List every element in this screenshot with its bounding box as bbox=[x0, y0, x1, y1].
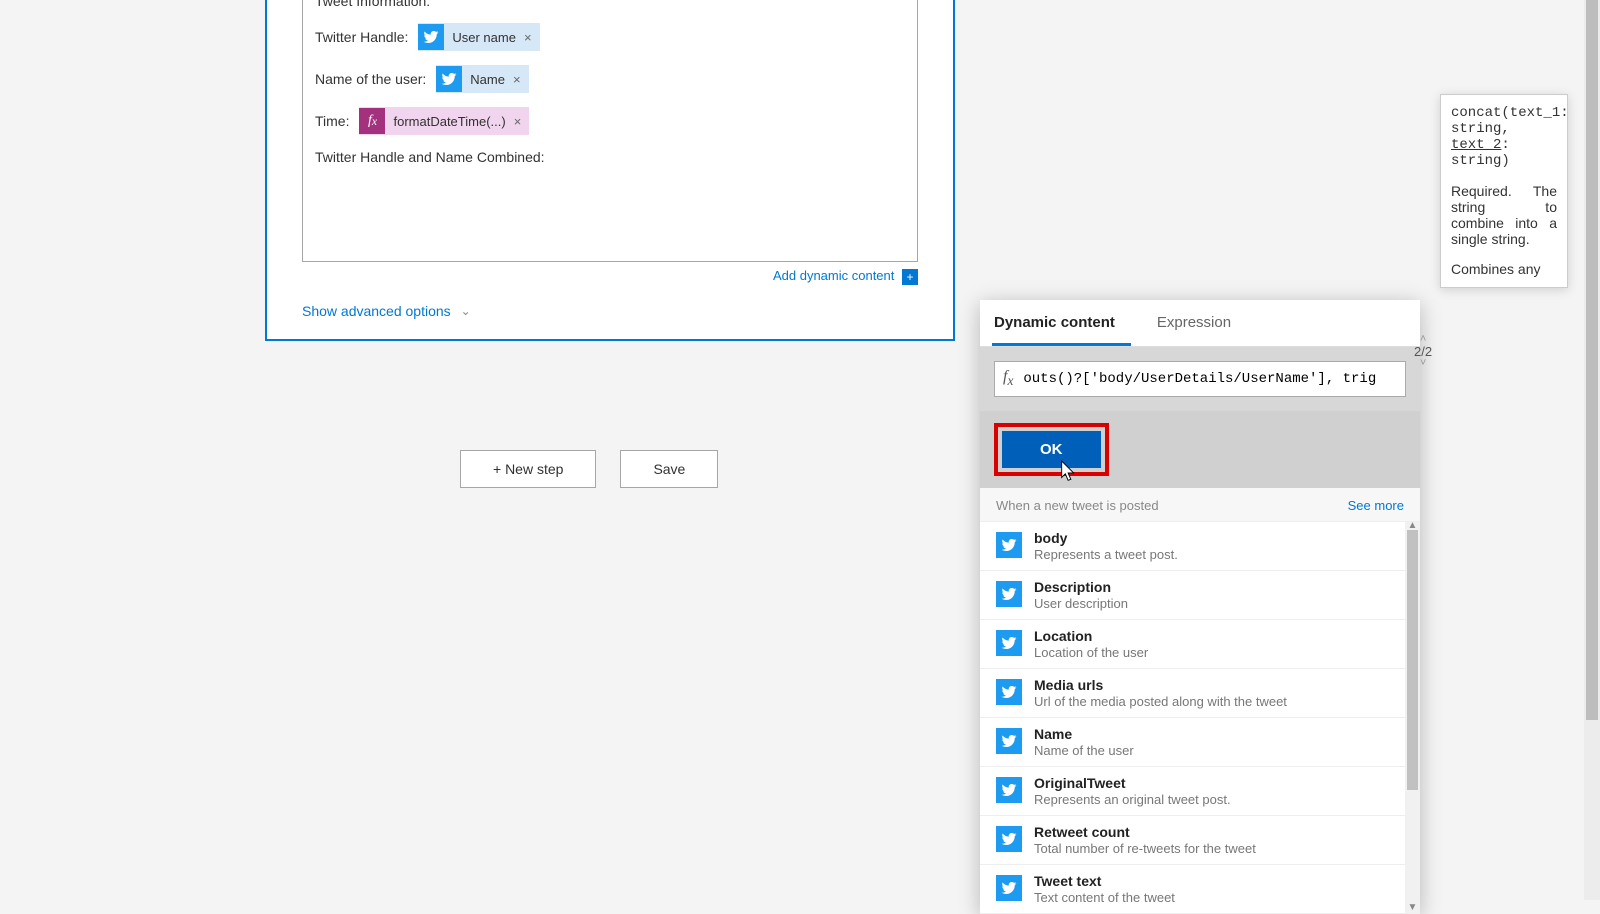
add-dynamic-content-label: Add dynamic content bbox=[773, 268, 894, 283]
dynamic-item-desc: Represents an original tweet post. bbox=[1034, 792, 1231, 807]
show-advanced-label: Show advanced options bbox=[302, 303, 451, 319]
dynamic-item[interactable]: Media urlsUrl of the media posted along … bbox=[980, 669, 1420, 718]
tab-expression[interactable]: Expression bbox=[1155, 300, 1247, 346]
chevron-down-icon[interactable]: ˅ bbox=[1414, 358, 1432, 369]
action-card: Tweet Information: Twitter Handle: User … bbox=[265, 0, 955, 341]
see-more-link[interactable]: See more bbox=[1348, 498, 1404, 513]
dynamic-item[interactable]: Retweet countTotal number of re-tweets f… bbox=[980, 816, 1420, 865]
twitter-icon bbox=[996, 581, 1022, 607]
expression-input[interactable] bbox=[1023, 371, 1397, 387]
dynamic-item[interactable]: OriginalTweetRepresents an original twee… bbox=[980, 767, 1420, 816]
add-dynamic-content-link[interactable]: Add dynamic content bbox=[773, 268, 898, 283]
dynamic-item-desc: Url of the media posted along with the t… bbox=[1034, 694, 1287, 709]
highlight-frame: OK bbox=[994, 423, 1109, 476]
page-scrollbar-thumb[interactable] bbox=[1586, 0, 1598, 720]
twitter-icon bbox=[996, 679, 1022, 705]
panel-scrollbar[interactable]: ▲ ▼ bbox=[1405, 522, 1420, 914]
dynamic-item-title: body bbox=[1034, 530, 1178, 546]
dynamic-item-desc: Total number of re-tweets for the tweet bbox=[1034, 841, 1256, 856]
dynamic-item-desc: User description bbox=[1034, 596, 1128, 611]
dynamic-item-desc: Location of the user bbox=[1034, 645, 1148, 660]
show-advanced-options[interactable]: Show advanced options ⌄ bbox=[302, 303, 471, 319]
dynamic-item-desc: Represents a tweet post. bbox=[1034, 547, 1178, 562]
tooltip-desc2: Combines any bbox=[1451, 261, 1557, 277]
time-label: Time: bbox=[315, 113, 349, 129]
chevron-down-icon: ⌄ bbox=[461, 304, 471, 318]
expression-input-wrap[interactable]: fx bbox=[994, 361, 1406, 397]
ok-row: OK bbox=[980, 411, 1420, 488]
twitter-icon bbox=[436, 66, 462, 92]
token-formatdatetime[interactable]: fx formatDateTime(...) × bbox=[359, 107, 529, 135]
dynamic-item[interactable]: bodyRepresents a tweet post. bbox=[980, 522, 1420, 571]
dynamic-item-desc: Text content of the tweet bbox=[1034, 890, 1175, 905]
section-title: When a new tweet is posted bbox=[996, 498, 1159, 513]
token-user-name[interactable]: User name × bbox=[418, 23, 539, 51]
dynamic-item[interactable]: DescriptionUser description bbox=[980, 571, 1420, 620]
panel-tabs: Dynamic content Expression bbox=[980, 300, 1420, 347]
section-header: When a new tweet is posted See more bbox=[980, 488, 1420, 522]
name-of-user-label: Name of the user: bbox=[315, 71, 426, 87]
function-tooltip: concat(text_1: string, text_2: string) R… bbox=[1440, 94, 1568, 288]
tweet-info-label: Tweet Information: bbox=[315, 0, 430, 9]
dynamic-items-list: bodyRepresents a tweet post.DescriptionU… bbox=[980, 522, 1420, 914]
dynamic-item[interactable]: NameName of the user bbox=[980, 718, 1420, 767]
dynamic-item-title: Media urls bbox=[1034, 677, 1287, 693]
token-remove-icon[interactable]: × bbox=[513, 72, 521, 87]
dynamic-item-title: OriginalTweet bbox=[1034, 775, 1231, 791]
tooltip-text: concat(text_1: bbox=[1451, 105, 1569, 121]
footer-buttons: + New step Save bbox=[460, 450, 718, 488]
dynamic-item-desc: Name of the user bbox=[1034, 743, 1134, 758]
tooltip-text: string, bbox=[1451, 121, 1510, 137]
scroll-down-icon[interactable]: ▼ bbox=[1405, 902, 1420, 914]
ok-button[interactable]: OK bbox=[1002, 431, 1101, 468]
page-scrollbar[interactable] bbox=[1584, 0, 1600, 900]
fx-icon: fx bbox=[1003, 368, 1013, 389]
save-button[interactable]: Save bbox=[620, 450, 718, 488]
twitter-icon bbox=[996, 728, 1022, 754]
tooltip-text-current: text_2 bbox=[1451, 137, 1501, 153]
add-dynamic-plus-icon[interactable]: + bbox=[902, 269, 918, 285]
dynamic-item[interactable]: LocationLocation of the user bbox=[980, 620, 1420, 669]
panel-scrollbar-thumb[interactable] bbox=[1407, 530, 1418, 790]
token-name[interactable]: Name × bbox=[436, 65, 528, 93]
twitter-handle-label: Twitter Handle: bbox=[315, 29, 408, 45]
param-pager: ˄ 2/2 ˅ bbox=[1414, 334, 1432, 369]
dynamic-item-title: Name bbox=[1034, 726, 1134, 742]
twitter-icon bbox=[996, 630, 1022, 656]
dynamic-item[interactable]: Tweet textText content of the tweet bbox=[980, 865, 1420, 914]
token-remove-icon[interactable]: × bbox=[514, 114, 522, 129]
new-step-button[interactable]: + New step bbox=[460, 450, 596, 488]
combined-label: Twitter Handle and Name Combined: bbox=[315, 149, 545, 165]
tab-dynamic-content[interactable]: Dynamic content bbox=[992, 300, 1131, 346]
twitter-icon bbox=[996, 777, 1022, 803]
expression-row: fx bbox=[980, 347, 1420, 411]
token-name-label: Name bbox=[470, 72, 505, 87]
dynamic-item-title: Tweet text bbox=[1034, 873, 1175, 889]
twitter-icon bbox=[996, 826, 1022, 852]
token-formatdatetime-label: formatDateTime(...) bbox=[393, 114, 505, 129]
dynamic-content-panel: Dynamic content Expression fx OK When a … bbox=[980, 300, 1420, 914]
tooltip-signature: concat(text_1: string, text_2: string) bbox=[1451, 105, 1557, 169]
fx-icon: fx bbox=[359, 108, 385, 134]
token-remove-icon[interactable]: × bbox=[524, 30, 532, 45]
twitter-icon bbox=[996, 875, 1022, 901]
twitter-icon bbox=[996, 532, 1022, 558]
dynamic-item-title: Description bbox=[1034, 579, 1128, 595]
body-textbox[interactable]: Tweet Information: Twitter Handle: User … bbox=[302, 0, 918, 262]
dynamic-item-title: Retweet count bbox=[1034, 824, 1256, 840]
token-user-name-label: User name bbox=[452, 30, 516, 45]
tooltip-text: : bbox=[1501, 137, 1509, 153]
dynamic-item-title: Location bbox=[1034, 628, 1148, 644]
tooltip-text: string) bbox=[1451, 153, 1510, 169]
twitter-icon bbox=[418, 24, 444, 50]
tooltip-desc: Required. The string to combine into a s… bbox=[1451, 183, 1557, 247]
